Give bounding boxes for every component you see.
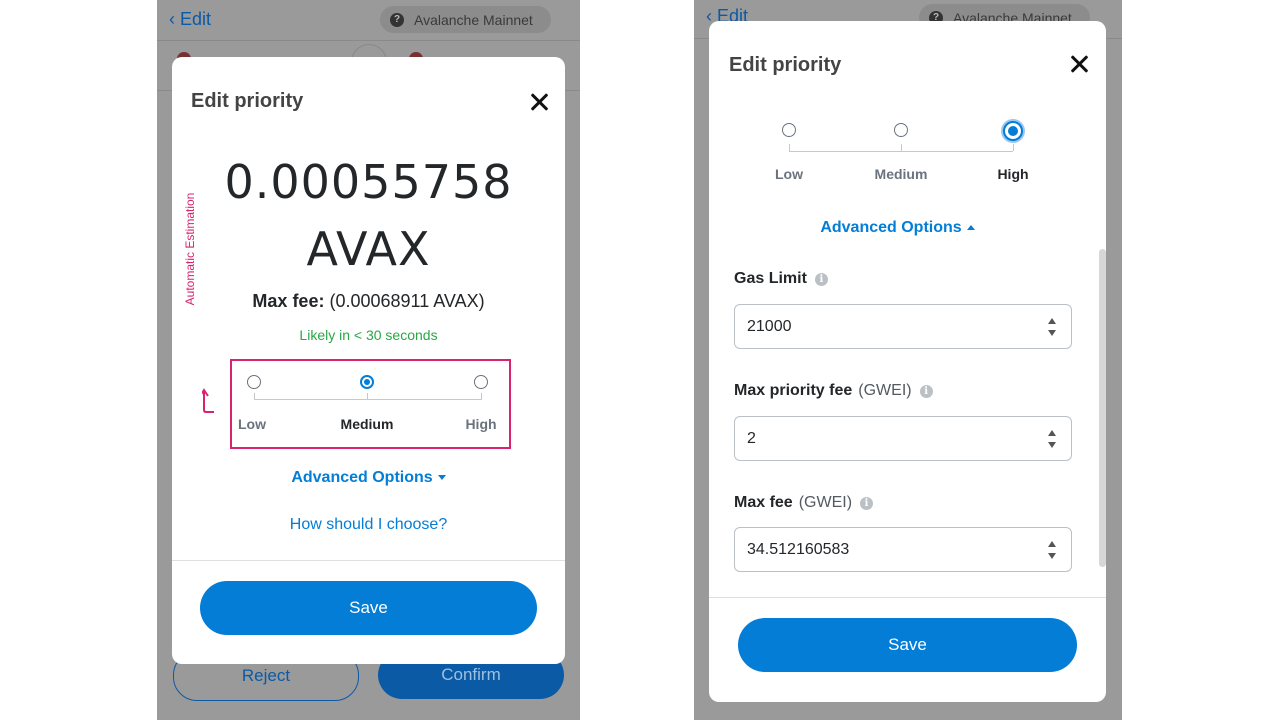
left-screen: ‹ Edit ? Avalanche Mainnet Reject Confir… <box>157 0 580 720</box>
footer-divider <box>709 597 1106 598</box>
fee-currency: AVAX <box>306 222 431 276</box>
annotation-arrow-icon <box>202 388 214 413</box>
max-fee-label-text: Max fee <box>734 494 793 511</box>
info-icon[interactable]: i <box>860 496 874 510</box>
stepper-icon[interactable] <box>1047 541 1057 559</box>
priority-slider[interactable]: Low Medium High <box>775 121 1032 182</box>
fee-amount: 0.00055758 <box>224 155 513 209</box>
max-priority-fee-label-text: Max priority fee <box>734 382 853 399</box>
time-estimate: Likely in < 30 seconds <box>299 327 438 343</box>
max-fee-value: (0.00068911 AVAX) <box>329 291 485 311</box>
modal-title: Edit priority <box>191 90 304 112</box>
how-to-choose-link[interactable]: How should I choose? <box>172 516 565 534</box>
stepper-icon[interactable] <box>1047 318 1057 336</box>
info-icon[interactable]: i <box>919 384 933 398</box>
max-priority-fee-unit: (GWEI) <box>858 382 912 399</box>
priority-high-label: High <box>997 166 1029 182</box>
priority-low-radio[interactable] <box>782 123 796 137</box>
save-button[interactable]: Save <box>200 581 537 635</box>
max-priority-fee-input[interactable]: 2 <box>734 416 1072 461</box>
info-icon[interactable]: i <box>814 272 828 286</box>
edit-priority-modal: Edit priority 0.00055758 AVAX Max fee: (… <box>172 57 565 664</box>
divider <box>157 40 580 41</box>
back-label: Edit <box>180 9 212 29</box>
advanced-options-toggle[interactable]: Advanced Options <box>172 469 565 487</box>
priority-low-label: Low <box>238 416 266 432</box>
priority-medium-radio[interactable] <box>360 375 374 389</box>
stepper-icon[interactable] <box>1047 430 1057 448</box>
max-fee: Max fee: (0.00068911 AVAX) <box>172 291 565 312</box>
max-fee-unit: (GWEI) <box>798 494 853 511</box>
annotation-label: Automatic Estimation <box>183 192 197 306</box>
close-icon[interactable] <box>1069 54 1089 74</box>
priority-medium-label: Medium <box>340 416 394 432</box>
right-screen: ‹ Edit ? Avalanche Mainnet Edit priority… <box>694 0 1122 720</box>
priority-high-radio[interactable] <box>474 375 488 389</box>
priority-high-radio[interactable] <box>1003 121 1023 141</box>
max-priority-fee-value: 2 <box>747 429 756 447</box>
footer-divider <box>172 560 565 561</box>
advanced-options-toggle[interactable]: Advanced Options <box>699 219 1096 237</box>
edit-priority-modal: Edit priority Low Medium High Advanced O… <box>709 21 1106 702</box>
close-icon[interactable] <box>529 92 549 112</box>
question-icon: ? <box>390 12 404 27</box>
priority-low-radio[interactable] <box>247 375 261 389</box>
gas-limit-value: 21000 <box>747 317 792 335</box>
background-header: ‹ Edit ? Avalanche Mainnet <box>157 0 580 40</box>
priority-slider[interactable]: Low Medium High <box>238 373 497 433</box>
scrollbar[interactable] <box>1099 249 1106 567</box>
max-priority-fee-label: Max priority fee (GWEI) i <box>734 382 933 400</box>
network-selector[interactable]: ? Avalanche Mainnet <box>380 6 551 33</box>
max-fee-value: 34.512160583 <box>747 540 850 558</box>
max-fee-label: Max fee (GWEI) i <box>734 494 874 512</box>
priority-medium-label: Medium <box>874 166 928 182</box>
chevron-left-icon: ‹ <box>169 9 175 29</box>
advanced-options-label: Advanced Options <box>291 469 433 486</box>
gas-limit-input[interactable]: 21000 <box>734 304 1072 349</box>
priority-medium-radio[interactable] <box>894 123 908 137</box>
max-fee-input[interactable]: 34.512160583 <box>734 527 1072 572</box>
gas-limit-label-text: Gas Limit <box>734 270 807 287</box>
gas-limit-label: Gas Limit i <box>734 270 828 288</box>
caret-up-icon <box>966 225 975 231</box>
priority-high-label: High <box>465 416 497 432</box>
advanced-options-label: Advanced Options <box>820 219 962 236</box>
priority-low-label: Low <box>775 166 803 182</box>
max-fee-label: Max fee: <box>252 291 325 311</box>
caret-down-icon <box>437 475 446 481</box>
modal-title: Edit priority <box>729 54 842 76</box>
save-button[interactable]: Save <box>738 618 1077 672</box>
back-button[interactable]: ‹ Edit <box>169 9 211 30</box>
network-name: Avalanche Mainnet <box>414 11 533 28</box>
